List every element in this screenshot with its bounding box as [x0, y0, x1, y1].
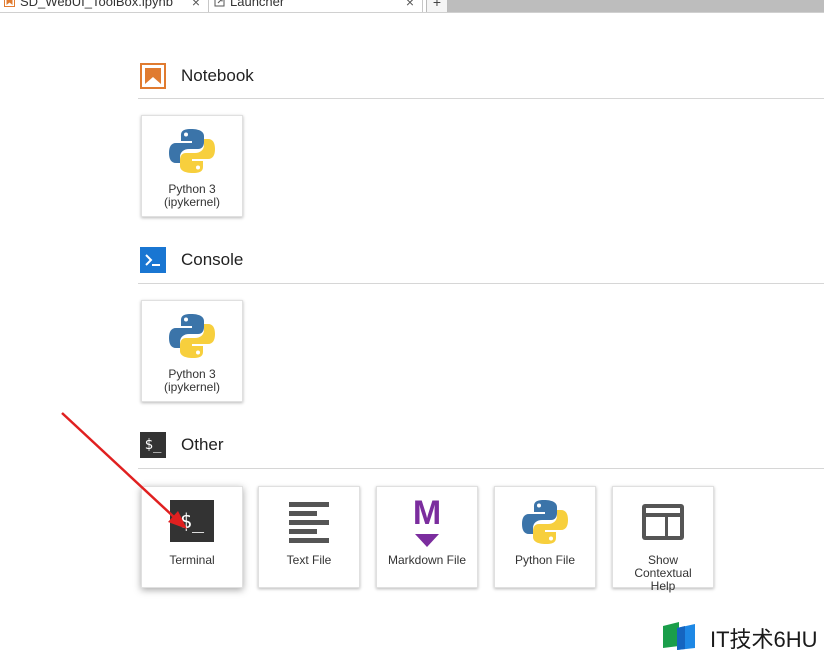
contextual-help-icon [642, 504, 684, 540]
markdown-icon: M [407, 494, 447, 547]
watermark-text: IT技术6HU [710, 627, 818, 652]
tab-label: Launcher [230, 0, 285, 9]
launcher-card-console-python3[interactable]: Python 3 (ipykernel) [141, 300, 243, 402]
launcher-card-notebook-python3[interactable]: Python 3 (ipykernel) [141, 115, 243, 217]
console-section-icon [140, 247, 166, 273]
launcher-card-python-file[interactable]: Python File [494, 486, 596, 588]
section-title: Other [181, 435, 224, 454]
card-label: Markdown File [387, 553, 467, 567]
markdown-arrow-icon [415, 534, 439, 547]
card-label: Python File [514, 553, 576, 567]
new-tab-button[interactable]: + [426, 0, 448, 12]
section-divider [138, 283, 824, 284]
launcher-card-text-file[interactable]: Text File [258, 486, 360, 588]
tab-close-icon[interactable]: × [192, 0, 200, 10]
section-title: Notebook [181, 66, 254, 85]
tab-notebook-file[interactable]: SD_WebUI_ToolBox.ipynb × [0, 0, 209, 12]
section-divider [138, 98, 824, 99]
tab-bar-divider [0, 12, 824, 13]
notebook-section-icon [140, 63, 166, 89]
tab-label: SD_WebUI_ToolBox.ipynb [20, 0, 173, 9]
terminal-icon: $_ [170, 500, 214, 542]
tab-launcher[interactable]: Launcher × [210, 0, 423, 12]
watermark-logo-icon [663, 622, 695, 650]
launcher-icon [214, 0, 225, 7]
card-label: Python 3 (ipykernel) [163, 182, 220, 209]
launcher-card-markdown-file[interactable]: M Markdown File [376, 486, 478, 588]
card-label: Python 3 (ipykernel) [163, 367, 220, 394]
launcher-card-terminal[interactable]: $_ Terminal [141, 486, 243, 588]
watermark: IT技术6HU [660, 618, 824, 652]
notebook-icon [4, 0, 15, 7]
other-icon-text: $_ [144, 437, 162, 453]
tab-close-icon[interactable]: × [406, 0, 414, 10]
python-logo-icon [522, 500, 568, 544]
card-label: Show Contextual Help [634, 553, 692, 593]
python-logo-icon [169, 314, 215, 358]
section-title: Console [181, 250, 244, 269]
tab-bar: SD_WebUI_ToolBox.ipynb × Launcher × + [0, 0, 824, 12]
card-label: Text File [286, 553, 332, 567]
tab-bar-empty-area [448, 0, 824, 12]
python-logo-icon [169, 129, 215, 173]
other-section-icon: $_ [140, 432, 166, 458]
section-divider [138, 468, 824, 469]
terminal-icon-text: $_ [179, 509, 205, 533]
card-label: Terminal [169, 553, 215, 567]
launcher-card-contextual-help[interactable]: Show Contextual Help [612, 486, 714, 593]
markdown-icon-letter: M [412, 494, 442, 532]
text-file-icon [289, 502, 329, 543]
